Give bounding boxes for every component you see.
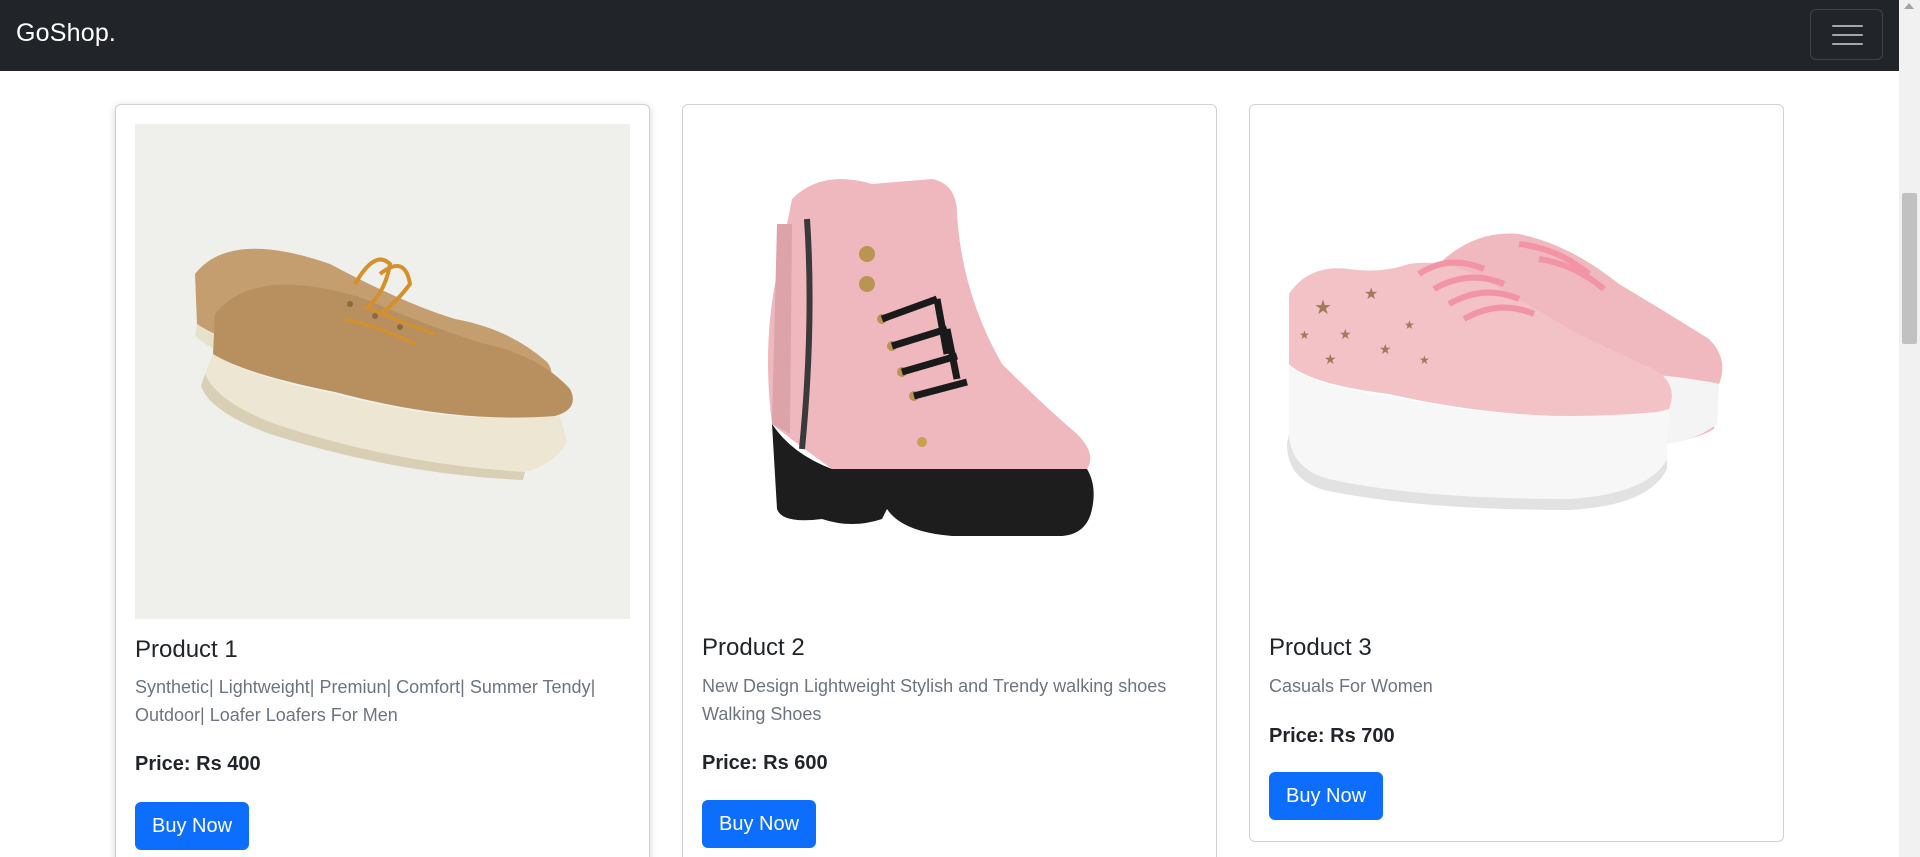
product-card: ★ ★ ★ ★ ★ ★ ★ ★ Product 3 Casuals For Women …: [1249, 104, 1784, 842]
navbar-toggler-button[interactable]: [1810, 9, 1883, 60]
product-price: Price: Rs 600: [702, 752, 828, 774]
product-title: Product 1: [135, 636, 238, 663]
page-scrollbar[interactable]: [1899, 0, 1920, 857]
buy-now-button[interactable]: Buy Now: [135, 802, 250, 850]
navbar: GoShop.: [0, 0, 1899, 71]
product-image: [702, 124, 1197, 619]
brand-logo[interactable]: GoShop.: [16, 19, 116, 48]
svg-text:★: ★: [1324, 351, 1337, 367]
pink-block-heel-ankle-boot-image: [702, 124, 1197, 619]
svg-text:★: ★: [1419, 353, 1430, 367]
product-card: Product 2 New Design Lightweight Stylish…: [682, 104, 1217, 857]
buy-now-button[interactable]: Buy Now: [702, 800, 817, 848]
product-image: [135, 124, 630, 619]
product-title: Product 2: [702, 634, 805, 661]
product-description: New Design Lightweight Stylish and Trend…: [702, 676, 1167, 724]
product-description: Synthetic| Lightweight| Premiun| Comfort…: [135, 677, 596, 725]
product-image: ★ ★ ★ ★ ★ ★ ★ ★: [1269, 124, 1764, 619]
product-card: Product 1 Synthetic| Lightweight| Premiu…: [115, 104, 650, 857]
svg-text:★: ★: [1379, 341, 1392, 357]
product-price: Price: Rs 700: [1269, 725, 1395, 747]
svg-text:★: ★: [1339, 326, 1352, 342]
scrollbar-thumb[interactable]: [1902, 193, 1917, 344]
pink-star-sneakers-image: ★★ ★★ ★★ ★★: [1269, 124, 1764, 619]
buy-now-button[interactable]: Buy Now: [1269, 772, 1384, 820]
svg-text:★: ★: [1299, 328, 1310, 342]
tan-suede-boat-shoes-image: [135, 124, 630, 619]
product-title: Product 3: [1269, 634, 1372, 661]
product-price: Price: Rs 400: [135, 753, 261, 775]
svg-text:★: ★: [1314, 297, 1332, 319]
scroll-up-arrow-icon[interactable]: [1904, 3, 1914, 9]
product-description: Casuals For Women: [1269, 676, 1433, 696]
svg-text:★: ★: [1364, 286, 1378, 303]
svg-text:★: ★: [1404, 318, 1415, 332]
